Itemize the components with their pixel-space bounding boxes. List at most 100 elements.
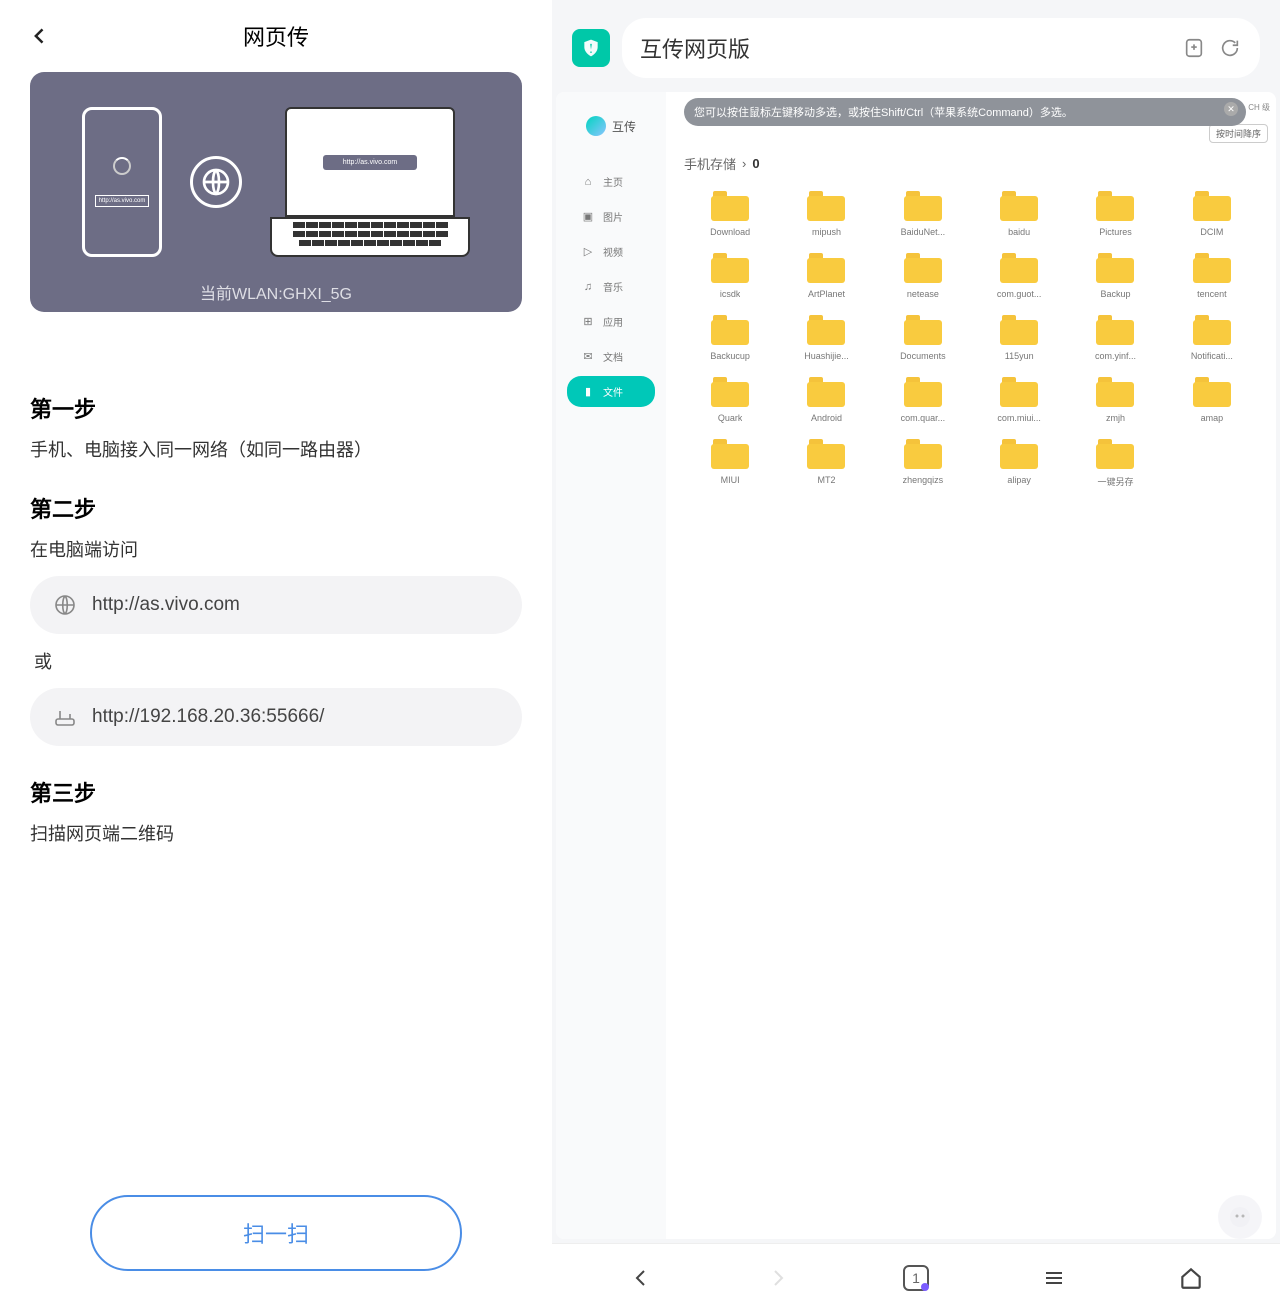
folder-item[interactable]: alipay	[973, 435, 1065, 492]
folder-item[interactable]: Backup	[1069, 249, 1161, 303]
nav-music[interactable]: ♫音乐	[567, 271, 655, 302]
folder-item[interactable]: MIUI	[684, 435, 776, 492]
tabs-button[interactable]: 1	[901, 1263, 931, 1293]
browser-bottom-nav: 1	[552, 1243, 1280, 1311]
right-panel: 互传网页版 互传 ⌂主页 ▣图片 ▷视频 ♫音乐 ⊞应用 ✉文档 ▮文件 您	[552, 0, 1280, 1311]
folder-item[interactable]: zmjh	[1069, 373, 1161, 427]
step1-desc: 手机、电脑接入同一网络（如同一路由器）	[30, 436, 522, 462]
folder-icon	[904, 253, 942, 283]
nav-back-icon[interactable]	[626, 1263, 656, 1293]
side-nav: 互传 ⌂主页 ▣图片 ▷视频 ♫音乐 ⊞应用 ✉文档 ▮文件	[556, 92, 666, 1239]
sort-button[interactable]: 按时间降序	[1209, 124, 1268, 143]
shield-icon[interactable]	[572, 29, 610, 67]
nav-files[interactable]: ▮文件	[567, 376, 655, 407]
folder-item[interactable]: Notificati...	[1166, 311, 1258, 365]
tooltip-close-icon[interactable]: ✕	[1224, 102, 1238, 116]
folder-label: alipay	[1007, 475, 1031, 485]
folder-icon	[711, 191, 749, 221]
folder-item[interactable]: amap	[1166, 373, 1258, 427]
folder-icon	[807, 191, 845, 221]
folder-icon	[904, 315, 942, 345]
nav-forward-icon[interactable]	[763, 1263, 793, 1293]
folder-item[interactable]: Quark	[684, 373, 776, 427]
folder-item[interactable]: ArtPlanet	[780, 249, 872, 303]
folder-label: Backup	[1100, 289, 1130, 299]
folder-icon	[807, 253, 845, 283]
step1-title: 第一步	[30, 392, 522, 424]
folder-label: com.yinf...	[1095, 351, 1136, 361]
url-box-2[interactable]: http://192.168.20.36:55666/	[30, 688, 522, 746]
back-button[interactable]	[30, 26, 50, 46]
folder-icon	[1193, 315, 1231, 345]
folder-item[interactable]: Backucup	[684, 311, 776, 365]
page-title: 网页传	[243, 20, 309, 52]
nav-videos[interactable]: ▷视频	[567, 236, 655, 267]
bookmark-add-icon[interactable]	[1182, 36, 1206, 60]
folder-icon	[1000, 191, 1038, 221]
folder-item[interactable]: com.miui...	[973, 373, 1065, 427]
folder-label: tencent	[1197, 289, 1227, 299]
scan-button[interactable]: 扫一扫	[90, 1195, 462, 1271]
folder-label: Pictures	[1099, 227, 1132, 237]
menu-icon[interactable]	[1039, 1263, 1069, 1293]
folder-icon	[1096, 191, 1134, 221]
folder-icon	[904, 377, 942, 407]
folder-item[interactable]: com.quar...	[877, 373, 969, 427]
folder-icon	[1096, 439, 1134, 469]
folder-item[interactable]: Pictures	[1069, 187, 1161, 241]
folder-item[interactable]: BaiduNet...	[877, 187, 969, 241]
folder-label: mipush	[812, 227, 841, 237]
folder-item[interactable]: netease	[877, 249, 969, 303]
apps-icon: ⊞	[581, 315, 595, 329]
folder-label: com.miui...	[997, 413, 1041, 423]
folder-item[interactable]: tencent	[1166, 249, 1258, 303]
folder-item[interactable]: com.yinf...	[1069, 311, 1161, 365]
folder-item[interactable]: zhengqizs	[877, 435, 969, 492]
folder-item[interactable]: MT2	[780, 435, 872, 492]
left-panel: 网页传 http://as.vivo.com http://as.vivo.co…	[0, 0, 552, 1311]
nav-images[interactable]: ▣图片	[567, 201, 655, 232]
folder-item[interactable]: Android	[780, 373, 872, 427]
folder-icon	[807, 377, 845, 407]
home-icon[interactable]	[1176, 1263, 1206, 1293]
folder-icon	[904, 191, 942, 221]
folder-item[interactable]: 一键另存	[1069, 435, 1161, 492]
url-box-1[interactable]: http://as.vivo.com	[30, 576, 522, 634]
folder-item[interactable]: Huashijie...	[780, 311, 872, 365]
folder-label: Download	[710, 227, 750, 237]
assistant-float-icon[interactable]	[1218, 1195, 1262, 1239]
nav-apps[interactable]: ⊞应用	[567, 306, 655, 337]
step3-desc: 扫描网页端二维码	[30, 820, 522, 846]
music-icon: ♫	[581, 280, 595, 294]
nav-home[interactable]: ⌂主页	[567, 166, 655, 197]
folder-label: netease	[907, 289, 939, 299]
folder-label: zhengqizs	[903, 475, 944, 485]
folder-label: ArtPlanet	[808, 289, 845, 299]
folder-icon	[711, 377, 749, 407]
folder-label: icsdk	[720, 289, 741, 299]
step2-title: 第二步	[30, 492, 522, 524]
breadcrumb-root[interactable]: 手机存储	[684, 154, 736, 173]
folder-icon	[1096, 253, 1134, 283]
folder-item[interactable]: Download	[684, 187, 776, 241]
folder-label: 115yun	[1005, 351, 1034, 361]
multiselect-tooltip: 您可以按住鼠标左键移动多选，或按住Shift/Ctrl（苹果系统Command）…	[684, 98, 1246, 126]
folder-icon	[1096, 377, 1134, 407]
breadcrumb-count: 0	[752, 156, 759, 171]
folder-icon	[1000, 315, 1038, 345]
folder-label: MT2	[817, 475, 835, 485]
browser-top: 互传网页版	[552, 0, 1280, 90]
nav-docs[interactable]: ✉文档	[567, 341, 655, 372]
refresh-icon[interactable]	[1218, 36, 1242, 60]
folder-item[interactable]: com.guot...	[973, 249, 1065, 303]
folder-label: baidu	[1008, 227, 1030, 237]
address-bar[interactable]: 互传网页版	[622, 18, 1260, 78]
folder-item[interactable]: Documents	[877, 311, 969, 365]
folder-item[interactable]: icsdk	[684, 249, 776, 303]
folder-item[interactable]: 115yun	[973, 311, 1065, 365]
folder-item[interactable]: baidu	[973, 187, 1065, 241]
folder-item[interactable]: mipush	[780, 187, 872, 241]
folder-icon	[807, 315, 845, 345]
folder-item[interactable]: DCIM	[1166, 187, 1258, 241]
folder-icon	[904, 439, 942, 469]
